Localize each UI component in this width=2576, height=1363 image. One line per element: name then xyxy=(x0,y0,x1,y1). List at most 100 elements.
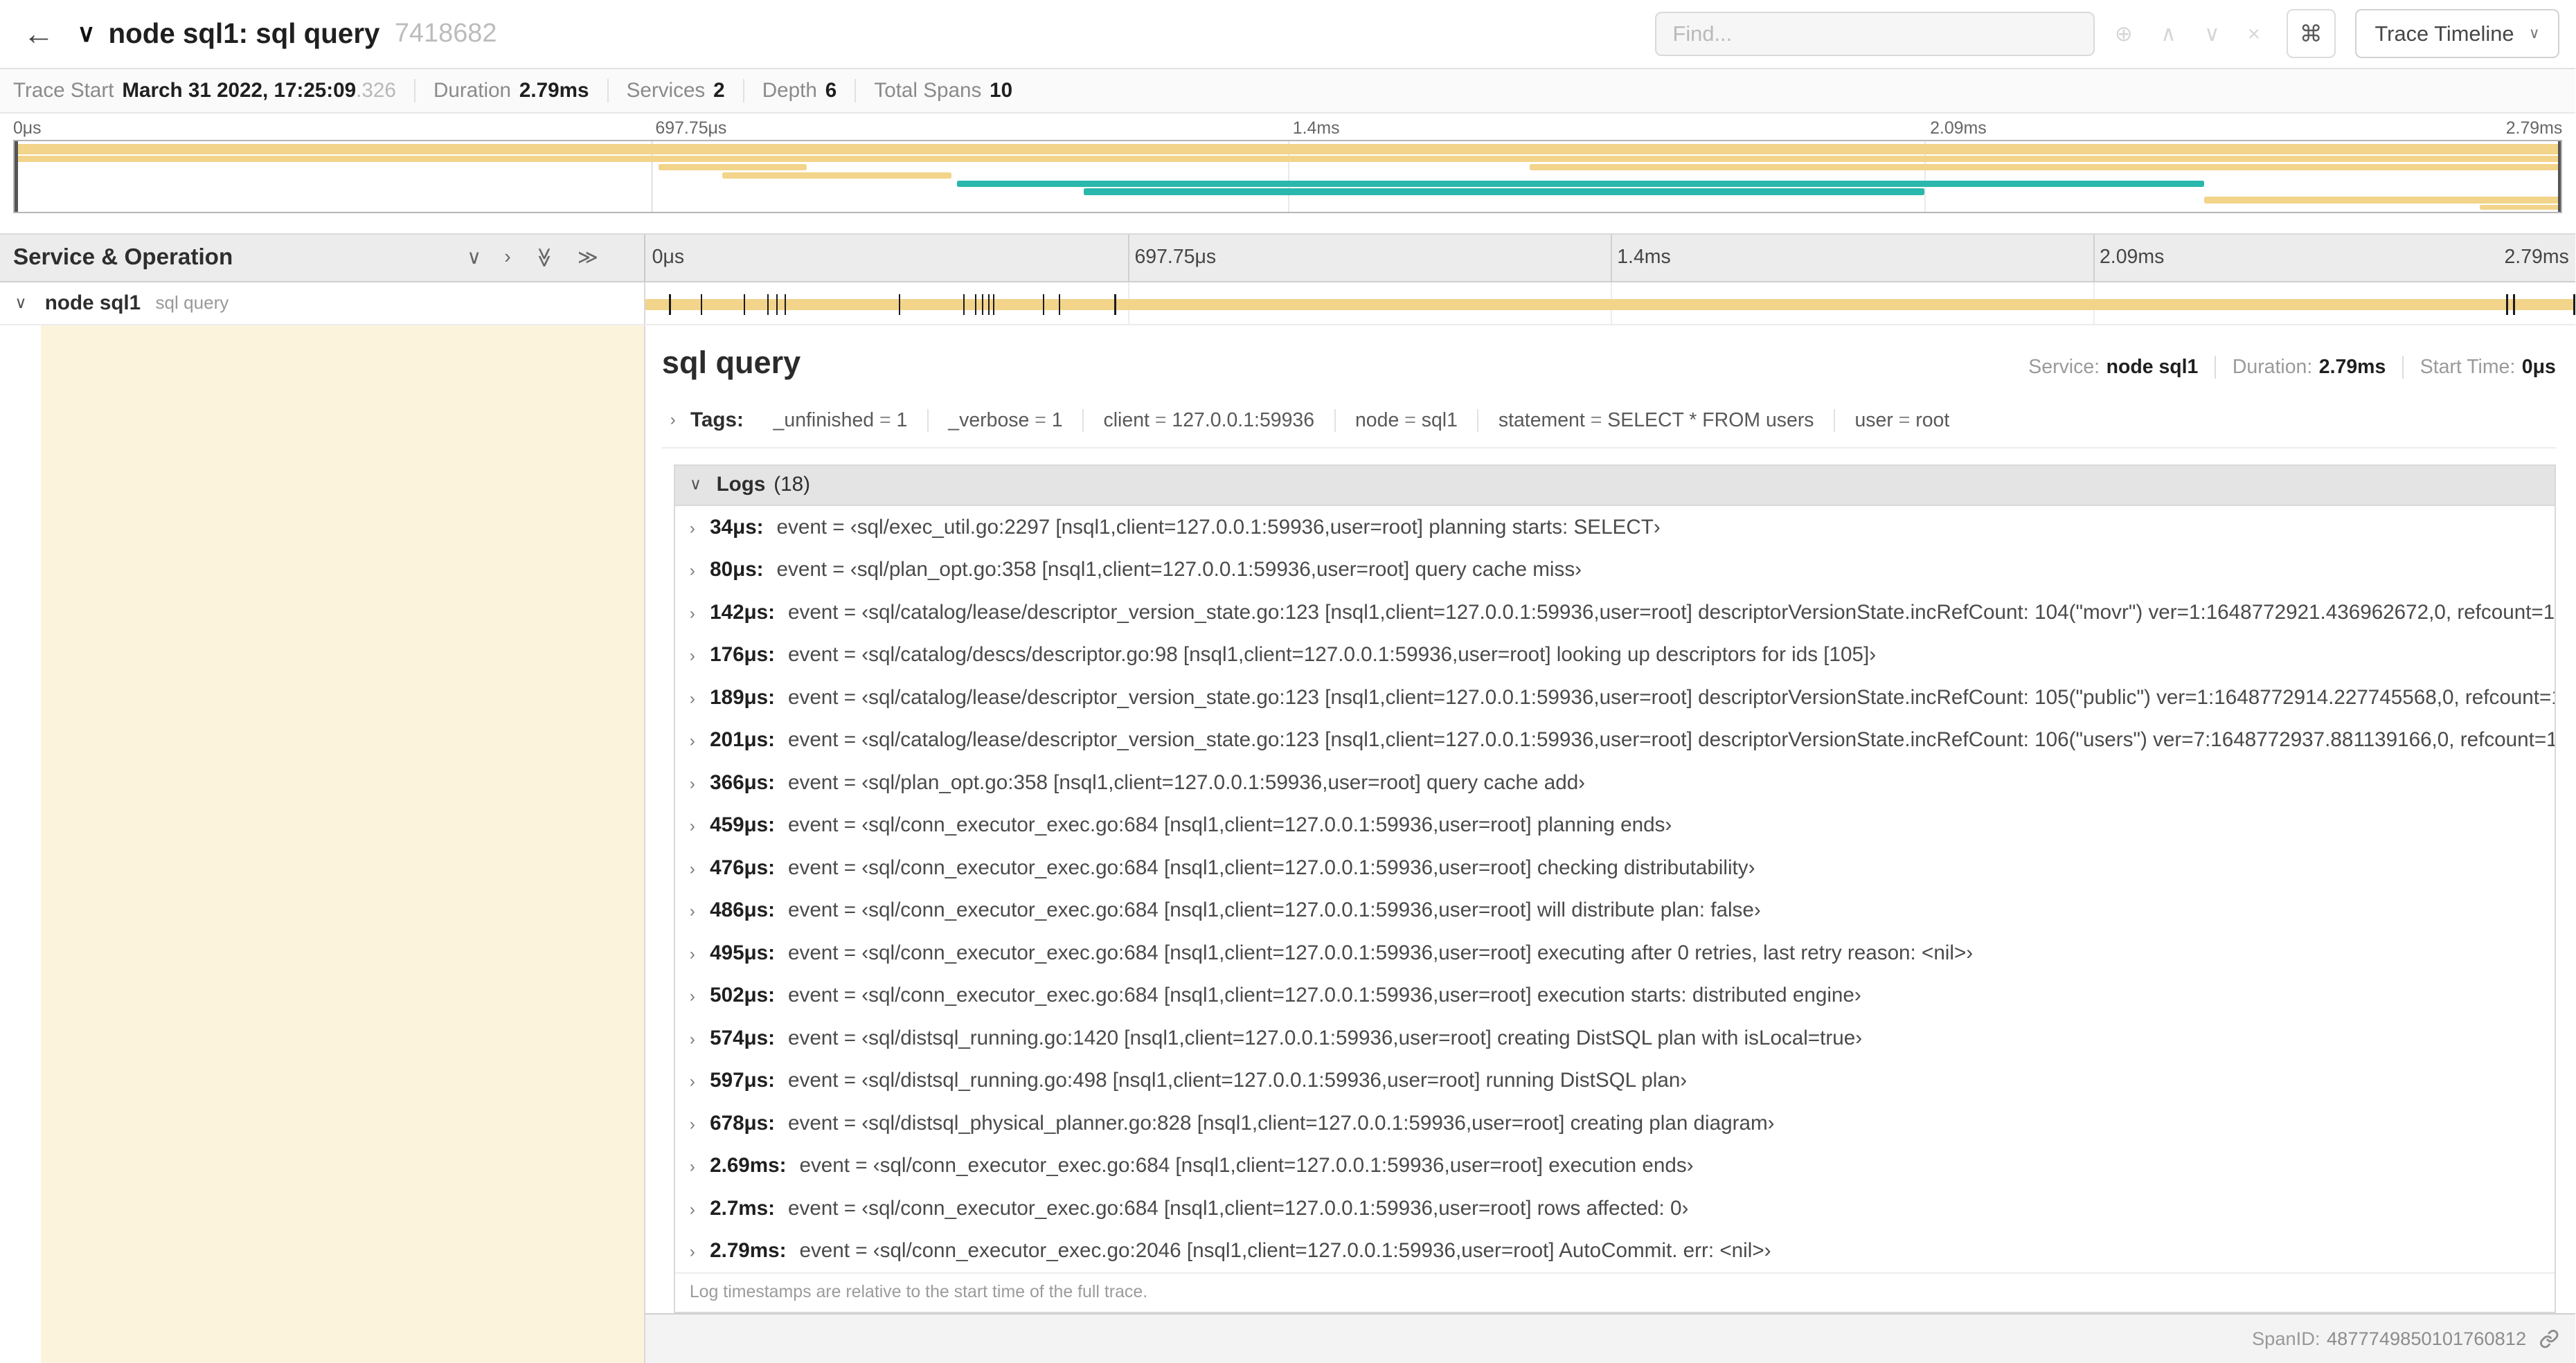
log-row[interactable]: › 495μs: event = ‹sql/conn_executor_exec.g… xyxy=(674,931,2555,975)
log-tick xyxy=(2573,294,2575,316)
ruler-label: 2.79ms xyxy=(2504,246,2569,269)
expand-all-icon[interactable]: ≫ xyxy=(578,246,598,269)
span-row[interactable]: ∨ node sql1 sql query xyxy=(0,282,2576,325)
minimap-canvas[interactable] xyxy=(12,139,2563,214)
timeline-ruler: 0μs 697.75μs 1.4ms 2.09ms 2.79ms xyxy=(645,234,2575,281)
logs-header[interactable]: ∨ Logs (18) xyxy=(674,466,2555,506)
log-row[interactable]: › 476μs: event = ‹sql/conn_executor_exec.g… xyxy=(674,846,2555,890)
log-row[interactable]: › 2.7ms: event = ‹sql/conn_executor_exec.g… xyxy=(674,1186,2555,1230)
log-message: event = ‹sql/conn_executor_exec.go:2046 … xyxy=(799,1239,1771,1263)
keyboard-shortcut-button[interactable]: ⌘ xyxy=(2286,9,2336,59)
log-row[interactable]: › 80μs: event = ‹sql/plan_opt.go:358 [nsql… xyxy=(674,548,2555,591)
minimap-span-bar xyxy=(659,163,807,171)
log-row[interactable]: › 502μs: event = ‹sql/conn_executor_exec.g… xyxy=(674,974,2555,1017)
span-collapse-icon[interactable]: ∨ xyxy=(15,293,26,313)
link-icon[interactable] xyxy=(2539,1329,2559,1348)
view-selector-button[interactable]: Trace Timeline ∨ xyxy=(2355,9,2559,59)
log-message: event = ‹sql/catalog/descs/descriptor.go… xyxy=(788,643,1877,667)
detail-footer: SpanID: 4877749850101760812 xyxy=(645,1314,2576,1363)
log-tick xyxy=(2513,294,2515,316)
log-message: event = ‹sql/plan_opt.go:358 [nsql1,clie… xyxy=(776,558,1582,581)
find-input[interactable] xyxy=(1654,11,2095,56)
tag-key: _unfinished xyxy=(773,408,875,431)
ruler-gridline xyxy=(2093,234,2095,281)
tag-key: node xyxy=(1354,408,1399,431)
log-row[interactable]: › 366μs: event = ‹sql/plan_opt.go:358 [nsq… xyxy=(674,761,2555,804)
log-row[interactable]: › 574μs: event = ‹sql/distsql_running.go:1… xyxy=(674,1016,2555,1060)
detail-left-column xyxy=(0,325,646,1363)
trace-info-item: Duration 2.79ms xyxy=(413,78,607,102)
tag-key: statement xyxy=(1498,408,1585,431)
tags-label: Tags: xyxy=(690,408,744,432)
log-tick xyxy=(898,294,901,316)
tag-value: 1 xyxy=(1051,408,1063,431)
logs-chevron-icon: ∨ xyxy=(689,476,702,494)
log-row[interactable]: › 486μs: event = ‹sql/conn_executor_exec.g… xyxy=(674,889,2555,932)
trace-info-value: 2 xyxy=(713,78,725,102)
tag-equals: = xyxy=(1149,408,1172,431)
tags-list: _unfinished = 1 _verbose = 1 client = 127.… xyxy=(753,408,1969,432)
log-row[interactable]: › 176μs: event = ‹sql/catalog/descs/descri… xyxy=(674,633,2555,676)
log-row[interactable]: › 2.79ms: event = ‹sql/conn_executor_exec.… xyxy=(674,1229,2555,1272)
tag-item[interactable]: _verbose = 1 xyxy=(927,408,1082,432)
tag-item[interactable]: client = 127.0.0.1:59936 xyxy=(1082,408,1334,432)
page-title: node sql1: sql query xyxy=(108,17,380,50)
meta-value: 2.79ms xyxy=(2318,356,2386,379)
log-message: event = ‹sql/catalog/lease/descriptor_ve… xyxy=(788,685,2555,709)
log-row[interactable]: › 34μs: event = ‹sql/exec_util.go:2297 [ns… xyxy=(674,505,2555,549)
log-row[interactable]: › 201μs: event = ‹sql/catalog/lease/descri… xyxy=(674,719,2555,761)
log-timestamp: 476μs: xyxy=(710,856,776,879)
prev-result-icon[interactable]: ∧ xyxy=(2161,21,2176,46)
tag-item[interactable]: statement = SELECT * FROM users xyxy=(1477,408,1834,432)
log-message: event = ‹sql/catalog/lease/descriptor_ve… xyxy=(788,600,2555,624)
span-detail-panel: sql query Service: node sql1 Duration: 2.79… xyxy=(645,325,2576,1363)
log-message: event = ‹sql/conn_executor_exec.go:684 [… xyxy=(788,984,1861,1007)
log-row[interactable]: › 189μs: event = ‹sql/catalog/lease/descri… xyxy=(674,676,2555,719)
trace-id: 7418682 xyxy=(394,19,497,48)
ruler-gridline xyxy=(1610,234,1613,281)
tag-item[interactable]: user = root xyxy=(1834,408,1969,432)
tag-key: _verbose xyxy=(948,408,1030,431)
log-chevron-icon: › xyxy=(689,860,695,878)
span-bar-track[interactable] xyxy=(645,282,2576,324)
log-row[interactable]: › 2.69ms: event = ‹sql/conn_executor_exec.… xyxy=(674,1144,2555,1187)
trace-info-label: Services xyxy=(626,78,706,102)
minimap-scrubber-right[interactable] xyxy=(2557,141,2561,213)
clear-search-icon[interactable]: × xyxy=(2248,21,2260,46)
tag-item[interactable]: node = sql1 xyxy=(1334,408,1478,432)
back-button[interactable]: ← xyxy=(23,16,54,52)
tag-item[interactable]: _unfinished = 1 xyxy=(753,409,927,432)
span-detail-card: sql query Service: node sql1 Duration: 2.79… xyxy=(645,325,2576,1315)
logs-section: ∨ Logs (18) › 34μs: event = ‹sql/exec_util… xyxy=(673,464,2556,1313)
log-timestamp: 2.69ms: xyxy=(710,1154,787,1177)
collapse-one-icon[interactable]: ∨ xyxy=(467,246,481,269)
tag-equals: = xyxy=(1029,408,1052,431)
minimap-scrubber-left[interactable] xyxy=(14,141,18,213)
log-row[interactable]: › 678μs: event = ‹sql/distsql_physical_pla… xyxy=(674,1101,2555,1145)
zoom-to-match-icon[interactable]: ⊕ xyxy=(2115,21,2133,46)
log-row[interactable]: › 597μs: event = ‹sql/distsql_running.go:4… xyxy=(674,1059,2555,1102)
log-chevron-icon: › xyxy=(689,519,695,538)
collapse-all-icon[interactable]: ≫ xyxy=(533,247,556,268)
meta-item: Start Time: 0μs xyxy=(2402,356,2556,379)
expand-one-icon[interactable]: › xyxy=(504,246,510,269)
log-timestamp: 2.7ms: xyxy=(710,1196,776,1220)
log-tick xyxy=(1058,294,1060,316)
span-bar[interactable] xyxy=(645,298,2576,311)
logs-list: › 34μs: event = ‹sql/exec_util.go:2297 [ns… xyxy=(674,505,2555,1272)
title-collapse-icon[interactable]: ∨ xyxy=(77,19,95,48)
log-row[interactable]: › 142μs: event = ‹sql/catalog/lease/descri… xyxy=(674,590,2555,634)
log-tick xyxy=(767,294,769,316)
next-result-icon[interactable]: ∨ xyxy=(2204,21,2220,46)
tags-row[interactable]: › Tags: _unfinished = 1 _verbose = 1 clien… xyxy=(661,401,2556,449)
minimap-span-bar xyxy=(14,144,2561,154)
minimap-axis-label: 2.09ms xyxy=(1930,118,1987,138)
log-row[interactable]: › 459μs: event = ‹sql/conn_executor_exec.g… xyxy=(674,804,2555,847)
trace-info-item: Depth 6 xyxy=(742,78,855,102)
minimap-axis-label: 2.79ms xyxy=(2505,118,2563,138)
tag-value: SELECT * FROM users xyxy=(1607,408,1814,431)
tags-chevron-icon[interactable]: › xyxy=(670,411,676,430)
log-chevron-icon: › xyxy=(689,1243,695,1262)
timeline-header: Service & Operation ∨ › ≫ ≫ 0μs 697.75μs… xyxy=(0,233,2576,282)
log-message: event = ‹sql/plan_opt.go:358 [nsql1,clie… xyxy=(788,770,1586,794)
